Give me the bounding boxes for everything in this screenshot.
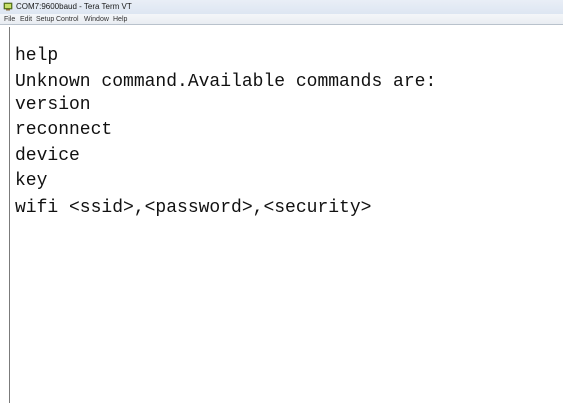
menu-window[interactable]: Window	[84, 15, 109, 24]
menu-edit[interactable]: Edit	[20, 15, 32, 24]
terminal-line: device	[15, 146, 80, 166]
tera-term-window: COM7:9600baud - Tera Term VT File Edit S…	[0, 0, 563, 403]
terminal-line: wifi <ssid>,<password>,<security>	[15, 198, 372, 218]
menu-file[interactable]: File	[4, 15, 15, 24]
menu-setup[interactable]: Setup	[36, 15, 54, 24]
terminal-line: help	[15, 46, 59, 66]
window-title: COM7:9600baud - Tera Term VT	[16, 2, 132, 11]
terminal-line: Unknown command.Available commands are:	[15, 72, 437, 92]
terminal-line: key	[15, 171, 48, 191]
terminal-line: reconnect	[15, 120, 113, 140]
terminal-line: version	[15, 95, 91, 115]
terminal-output[interactable]: help Unknown command.Available commands …	[9, 27, 563, 403]
title-bar[interactable]: COM7:9600baud - Tera Term VT	[0, 0, 563, 14]
menu-bar: File Edit Setup Control Window Help	[0, 14, 563, 25]
menu-help[interactable]: Help	[113, 15, 127, 24]
tera-term-app-icon	[3, 2, 13, 11]
menu-control[interactable]: Control	[56, 15, 79, 24]
